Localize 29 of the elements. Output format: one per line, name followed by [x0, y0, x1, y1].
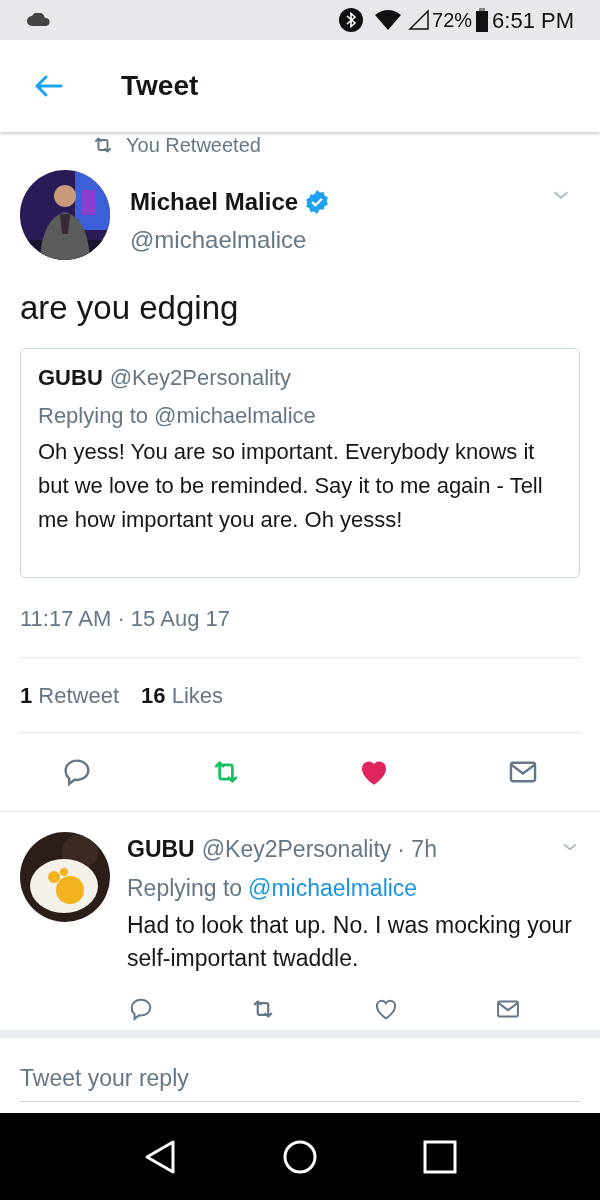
- quoted-tweet-text: Oh yess! You are so important. Everybody knows it but we love to be reminded. Say it to me again - Tell me how important you are. Oh yesss!: [38, 438, 544, 534]
- retweet-context: You Retweeted: [126, 134, 261, 156]
- home-nav-icon[interactable]: [282, 1138, 318, 1175]
- reply-author-name[interactable]: GUBU: [127, 832, 195, 867]
- replying-to-label: Replying to: [127, 873, 243, 903]
- page-title: Tweet: [121, 69, 199, 103]
- cloud-icon: [26, 13, 52, 27]
- wifi-icon: [374, 9, 403, 31]
- replying-to-handle: @michaelmalice: [154, 402, 316, 430]
- back-arrow-icon[interactable]: [33, 74, 63, 98]
- tweet-timestamp: 11:17 AM · 15 Aug 17: [19, 605, 231, 633]
- bluetooth-icon: [338, 7, 365, 33]
- reply-time: · 7h: [397, 835, 437, 864]
- recents-nav-icon[interactable]: [423, 1139, 458, 1174]
- replying-to-label: Replying to: [38, 402, 149, 430]
- reply-text: Had to look that up. No. I was mocking your self-important twaddle.: [127, 911, 573, 973]
- clock: 6:51 PM: [492, 6, 574, 35]
- quoted-author-name: GUBU: [38, 364, 103, 392]
- tweet-text: are you edging: [19, 288, 240, 328]
- reply-author-handle: @Key2Personality: [201, 835, 392, 864]
- quoted-author-handle: @Key2Personality: [109, 364, 292, 392]
- signal-icon: [408, 9, 431, 31]
- quoted-tweet-card[interactable]: GUBU @Key2Personality Replying to @michaelmalice Oh yess! You are so important. Everybody knows it but we love to be reminded. Say it to me again - Tell me how important you are. Oh yesss!: [20, 348, 580, 578]
- tweet-stat[interactable]: 16 Likes: [141, 678, 224, 712]
- author-handle: @michaelmalice: [130, 225, 308, 255]
- battery-percent: 72%: [432, 8, 473, 33]
- tweet-stat[interactable]: 1 Retweet: [20, 678, 120, 712]
- battery-icon: [476, 8, 489, 32]
- author-name[interactable]: Michael Malice: [130, 184, 299, 220]
